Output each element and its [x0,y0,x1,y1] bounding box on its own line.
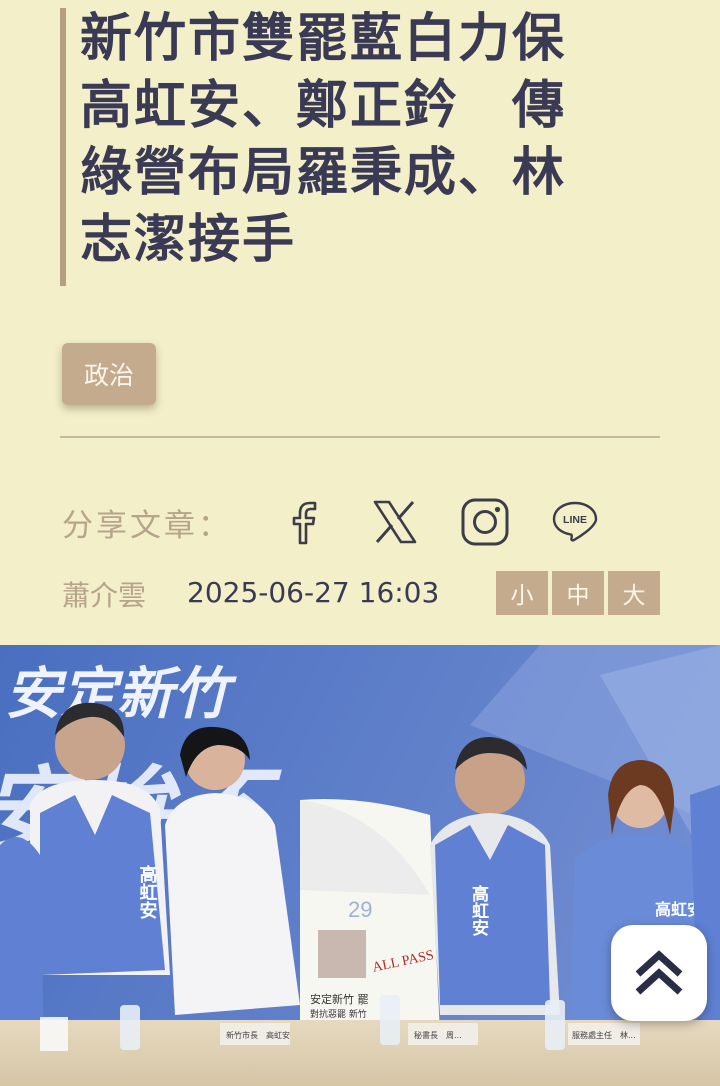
font-size-medium-button[interactable]: 中 [552,571,604,615]
double-chevron-up-icon [635,950,683,995]
svg-text:高虹安: 高虹安 [468,884,489,937]
svg-text:安定新竹 罷: 安定新竹 罷 [310,992,369,1006]
author-name[interactable]: 蕭介雲 [62,574,146,614]
font-size-large-button[interactable]: 大 [608,571,660,615]
title-accent-bar [60,8,66,286]
svg-text:高虹安: 高虹安 [137,864,158,920]
font-size-small-button[interactable]: 小 [496,571,548,615]
svg-text:服務處主任 林...: 服務處主任 林... [572,1030,636,1040]
publish-datetime: 2025-06-27 16:03 [187,576,440,609]
share-label: 分享文章： [62,508,232,544]
facebook-icon[interactable] [279,495,333,549]
article-photo: 安定新竹 安拚不 高虹安 29 ALL PASS 安定新竹 罷 對抗惡罷 新竹 … [0,645,720,1086]
svg-text:LINE: LINE [563,514,587,526]
article-title: 新竹市雙罷藍白力保 高虹安、鄭正鈐 傳 綠營布局羅秉成、林 志潔接手 [80,9,567,270]
svg-text:29: 29 [348,897,372,922]
scroll-to-top-button[interactable] [611,925,707,1021]
divider [60,436,660,438]
svg-text:安定新竹: 安定新竹 [5,662,237,727]
category-tag[interactable]: 政治 [62,343,156,405]
svg-text:對抗惡罷 新竹: 對抗惡罷 新竹 [310,1008,367,1020]
instagram-icon[interactable] [458,495,512,549]
line-icon[interactable]: LINE [548,495,602,549]
svg-text:新竹市長 高虹安: 新竹市長 高虹安 [226,1030,290,1040]
svg-text:秘書長 周...: 秘書長 周... [414,1030,462,1040]
x-icon[interactable] [368,495,422,549]
